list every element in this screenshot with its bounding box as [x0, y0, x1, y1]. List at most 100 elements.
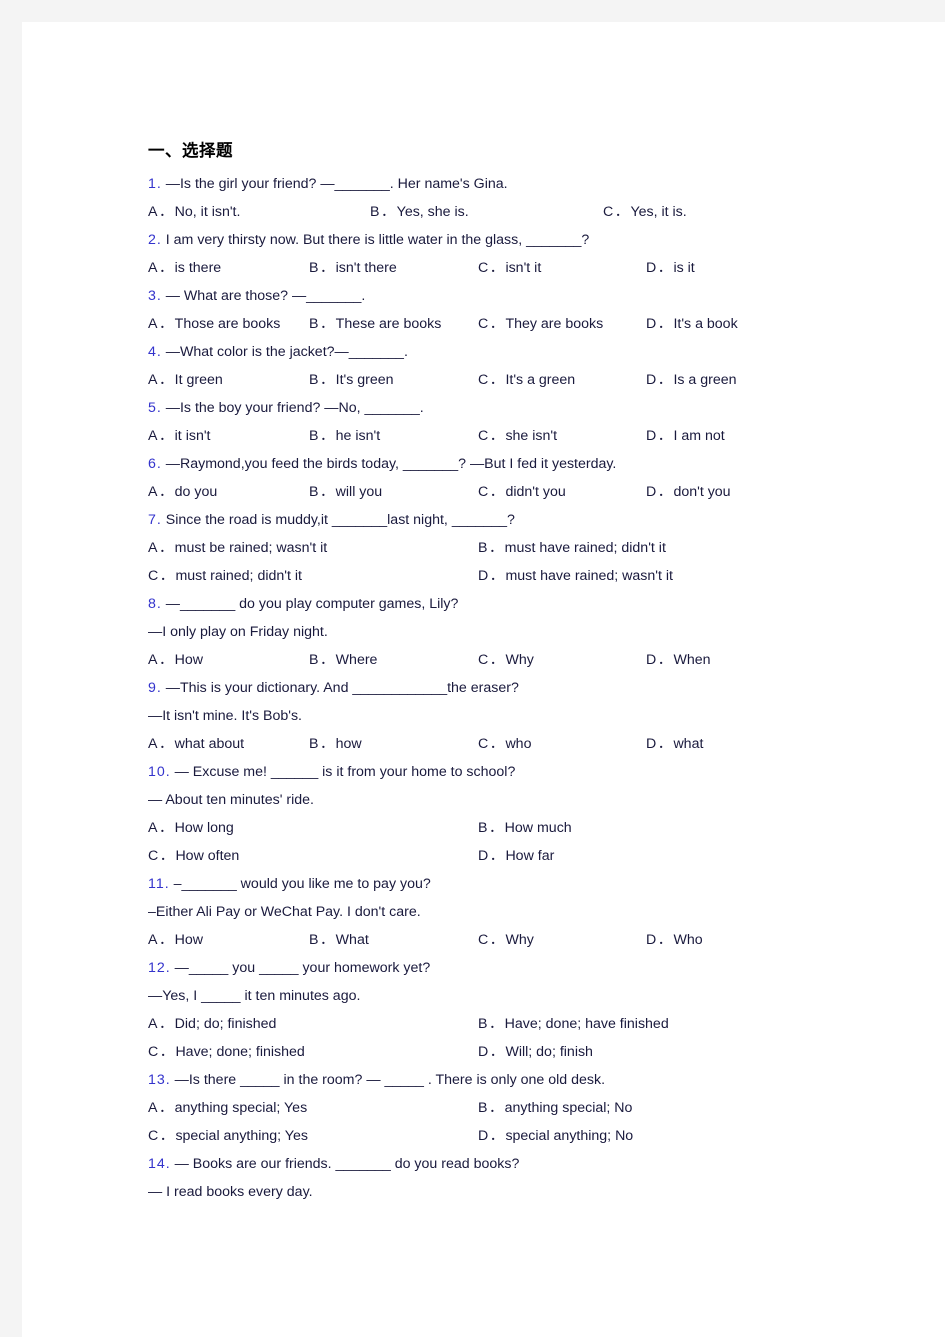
- option-row: A．How B．Where C．Why D．When: [148, 646, 888, 674]
- answer-option[interactable]: C．It's a green: [478, 366, 575, 394]
- question-text: –_______ would you like me to pay you?: [169, 876, 431, 892]
- answer-option[interactable]: B．he isn't: [309, 422, 380, 450]
- answer-option[interactable]: D．what: [646, 730, 703, 758]
- question-stem: 13. —Is there _____ in the room? — _____…: [148, 1066, 888, 1094]
- option-row: A．How long B．How much: [148, 814, 888, 842]
- answer-option[interactable]: B．Where: [309, 646, 377, 674]
- answer-option[interactable]: D．is it: [646, 254, 695, 282]
- option-letter: B．: [309, 652, 336, 668]
- answer-option[interactable]: B．anything special; No: [478, 1094, 632, 1122]
- option-text: They are books: [505, 316, 604, 332]
- option-text: isn't it: [505, 260, 542, 276]
- answer-option[interactable]: D．How far: [478, 842, 554, 870]
- option-row: C．must rained; didn't it D．must have rain…: [148, 562, 888, 590]
- answer-option[interactable]: A．do you: [148, 478, 217, 506]
- answer-option[interactable]: C．Why: [478, 646, 534, 674]
- answer-option[interactable]: C．she isn't: [478, 422, 557, 450]
- answer-option[interactable]: A．anything special; Yes: [148, 1094, 307, 1122]
- option-letter: A．: [148, 260, 175, 276]
- question-text: —Raymond,you feed the birds today, _____…: [161, 456, 617, 472]
- answer-option[interactable]: D．It's a book: [646, 310, 738, 338]
- answer-option[interactable]: A．How: [148, 926, 203, 954]
- answer-option[interactable]: B．How much: [478, 814, 572, 842]
- question-continuation: — About ten minutes' ride.: [148, 792, 314, 808]
- option-letter: A．: [148, 736, 175, 752]
- question-continuation: –Either Ali Pay or WeChat Pay. I don't c…: [148, 904, 421, 920]
- option-letter: C．: [148, 1044, 176, 1060]
- answer-option[interactable]: B．Have; done; have finished: [478, 1010, 669, 1038]
- option-text: special anything; Yes: [175, 1128, 308, 1144]
- answer-option[interactable]: C．didn't you: [478, 478, 566, 506]
- answer-option[interactable]: A．It green: [148, 366, 223, 394]
- answer-option[interactable]: D．When: [646, 646, 711, 674]
- answer-option[interactable]: A．How long: [148, 814, 234, 842]
- answer-option[interactable]: C．who: [478, 730, 531, 758]
- question-text: —Is the girl your friend? —_______. Her …: [161, 176, 508, 192]
- answer-option[interactable]: A．Those are books: [148, 310, 280, 338]
- answer-option[interactable]: D．I am not: [646, 422, 725, 450]
- question-text: Since the road is muddy,it _______last n…: [161, 512, 515, 528]
- answer-option[interactable]: A．it isn't: [148, 422, 210, 450]
- option-row: A．is there B．isn't there C．isn't it D．is it: [148, 254, 888, 282]
- answer-option[interactable]: B．must have rained; didn't it: [478, 534, 666, 562]
- question-stem: 5. —Is the boy your friend? —No, _______…: [148, 394, 888, 422]
- option-text: anything special; No: [504, 1100, 633, 1116]
- option-letter: B．: [478, 1100, 505, 1116]
- option-letter: B．: [478, 1016, 505, 1032]
- option-letter: A．: [148, 372, 175, 388]
- answer-option[interactable]: B．Yes, she is.: [370, 198, 469, 226]
- answer-option[interactable]: C．Why: [478, 926, 534, 954]
- option-text: Yes, she is.: [396, 204, 469, 220]
- question-number: 1.: [148, 176, 162, 192]
- option-row: A．what about B．how C．who D．what: [148, 730, 888, 758]
- option-letter: C．: [478, 652, 506, 668]
- answer-option[interactable]: C．Yes, it is.: [603, 198, 687, 226]
- answer-option[interactable]: D．must have rained; wasn't it: [478, 562, 673, 590]
- answer-option[interactable]: A．Did; do; finished: [148, 1010, 276, 1038]
- answer-option[interactable]: D．Who: [646, 926, 703, 954]
- answer-option[interactable]: C．Have; done; finished: [148, 1038, 305, 1066]
- option-row: A．No, it isn't. B．Yes, she is. C．Yes, it i…: [148, 198, 888, 226]
- option-text: Why: [505, 932, 534, 948]
- answer-option[interactable]: C．isn't it: [478, 254, 541, 282]
- option-text: Those are books: [174, 316, 281, 332]
- question-stem: 9. —This is your dictionary. And _______…: [148, 674, 888, 702]
- option-letter: A．: [148, 484, 175, 500]
- answer-option[interactable]: B．It's green: [309, 366, 394, 394]
- option-text: How far: [505, 848, 555, 864]
- option-text: must have rained; didn't it: [504, 540, 666, 556]
- option-text: is there: [174, 260, 222, 276]
- option-letter: C．: [478, 932, 506, 948]
- answer-option[interactable]: B．how: [309, 730, 362, 758]
- option-text: Yes, it is.: [630, 204, 687, 220]
- answer-option[interactable]: D．Is a green: [646, 366, 737, 394]
- option-text: must be rained; wasn't it: [174, 540, 328, 556]
- option-text: isn't there: [335, 260, 397, 276]
- option-text: How long: [174, 820, 234, 836]
- answer-option[interactable]: B．These are books: [309, 310, 441, 338]
- answer-option[interactable]: B．What: [309, 926, 369, 954]
- answer-option[interactable]: C．How often: [148, 842, 239, 870]
- answer-option[interactable]: B．isn't there: [309, 254, 397, 282]
- question-number: 2.: [148, 232, 162, 248]
- question-stem: 6. —Raymond,you feed the birds today, __…: [148, 450, 888, 478]
- answer-option[interactable]: D．Will; do; finish: [478, 1038, 593, 1066]
- answer-option[interactable]: A．How: [148, 646, 203, 674]
- answer-option[interactable]: C．special anything; Yes: [148, 1122, 308, 1150]
- answer-option[interactable]: A．is there: [148, 254, 221, 282]
- answer-option[interactable]: C．must rained; didn't it: [148, 562, 302, 590]
- option-text: No, it isn't.: [174, 204, 241, 220]
- section-heading: 一、选择题: [148, 141, 233, 160]
- answer-option[interactable]: C．They are books: [478, 310, 603, 338]
- answer-option[interactable]: A．what about: [148, 730, 244, 758]
- answer-option[interactable]: A．must be rained; wasn't it: [148, 534, 327, 562]
- question-text: — Books are our friends. _______ do you …: [170, 1156, 520, 1172]
- answer-option[interactable]: D．don't you: [646, 478, 731, 506]
- answer-option[interactable]: A．No, it isn't.: [148, 198, 240, 226]
- answer-option[interactable]: D．special anything; No: [478, 1122, 633, 1150]
- answer-option[interactable]: B．will you: [309, 478, 382, 506]
- question-text: — What are those? —_______.: [161, 288, 366, 304]
- option-row: C．How often D．How far: [148, 842, 888, 870]
- document-page: 一、选择题 1. —Is the girl your friend? —____…: [22, 22, 945, 1337]
- option-text: How often: [175, 848, 240, 864]
